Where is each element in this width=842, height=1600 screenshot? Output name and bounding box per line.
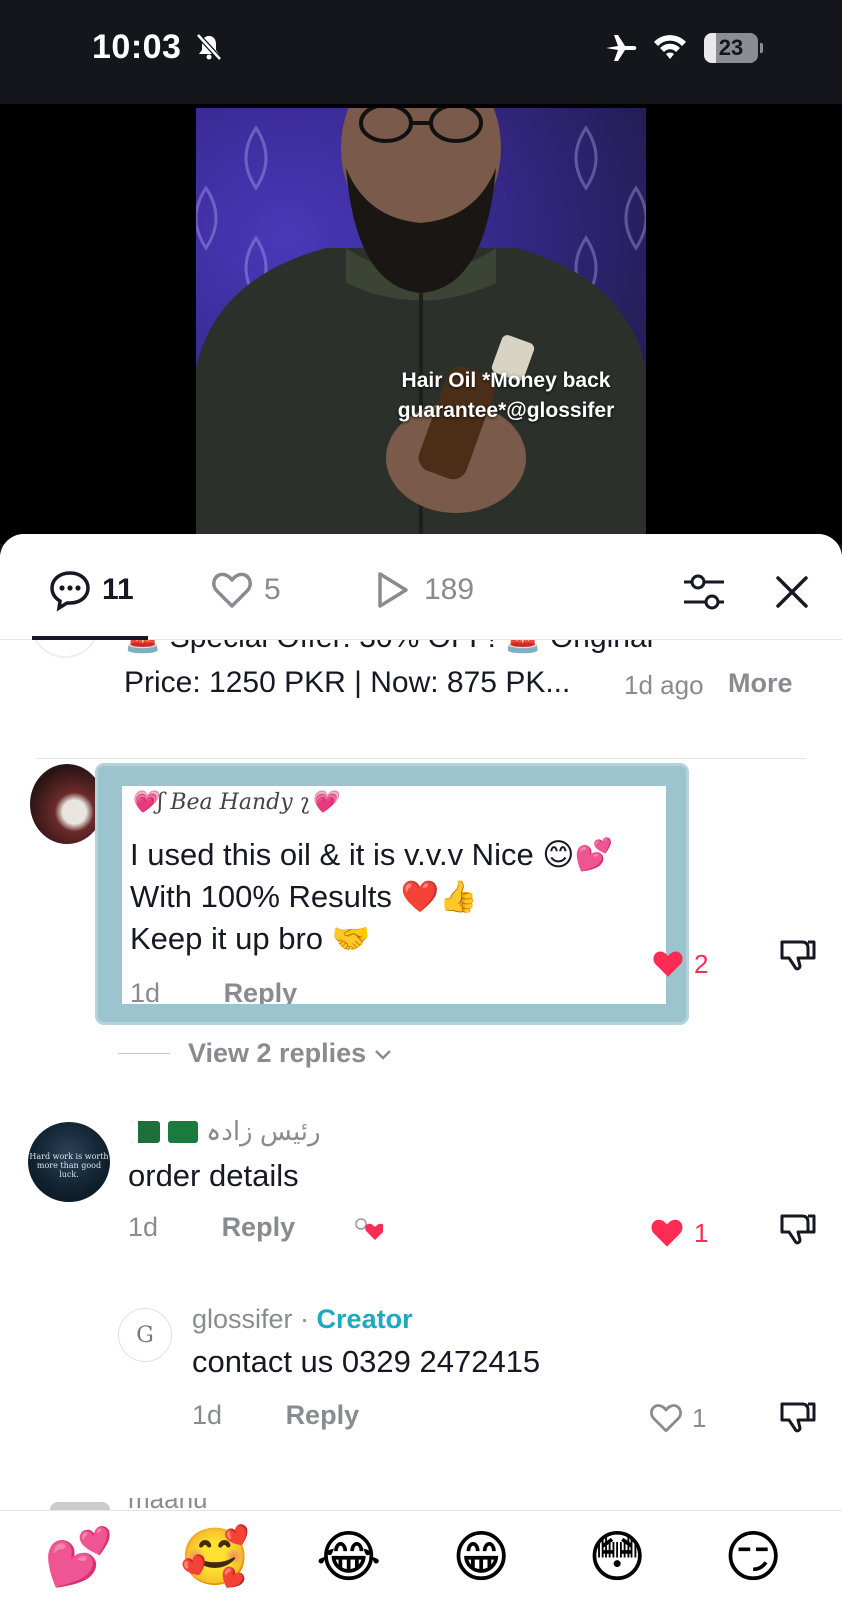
name-separator: · [292, 1304, 317, 1334]
username-text: maanu [128, 1498, 208, 1510]
airplane-icon [606, 35, 637, 61]
video-caption: Hair Oil *Money back guarantee*@glossife… [336, 366, 646, 426]
status-bar: 10:03 23 [0, 0, 842, 104]
comment-item: 💗ʃ Bea Handy ʅ💗 I used this oil & it is … [122, 786, 666, 1004]
dislike-icon[interactable] [776, 1208, 816, 1248]
tab-views[interactable]: 189 [370, 568, 474, 612]
comment-meta: 1d Reply [192, 1400, 359, 1431]
username-text: رئیس زادہ [206, 1116, 321, 1146]
heart-filled-icon [653, 951, 683, 977]
comment-username[interactable]: 💗ʃ Bea Handy ʅ💗 [130, 790, 338, 815]
likes-count: 5 [264, 573, 281, 606]
video-person [196, 108, 646, 544]
view-replies-button[interactable]: View 2 replies [118, 1038, 394, 1069]
comment-meta: 1d Reply [128, 1212, 383, 1243]
more-button[interactable]: More [728, 668, 793, 699]
comment-text: contact us 0329 2472415 [192, 1344, 541, 1379]
views-count: 189 [424, 573, 475, 606]
emoji-quick-bar: 💕 🥰 😂 😁 😳 😏 [0, 1510, 842, 1600]
comment-text: I used this oil & it is v.v.v Nice 😊💕 Wi… [130, 834, 666, 960]
battery-percent: 23 [718, 35, 744, 60]
caption-line-1: Hair Oil *Money back [401, 369, 611, 392]
play-outline-icon [378, 572, 408, 608]
comments-list[interactable]: 🚨 Special Offer: 30% OFF! 🚨 Original Pri… [0, 640, 842, 1510]
like-count: 1 [692, 1402, 707, 1433]
wifi-icon [654, 35, 686, 59]
comment-time: 1d [192, 1400, 223, 1430]
emoji-smiling-hearts[interactable]: 🥰 [180, 1523, 250, 1593]
comment-line: I used this oil & it is v.v.v Nice 😊💕 [130, 837, 614, 872]
like-button[interactable]: 2 [650, 948, 708, 980]
active-tab-indicator [32, 636, 148, 640]
avatar[interactable]: G [118, 1308, 172, 1362]
comment-text: Price: 1250 PKR | Now: 875 PK... [124, 666, 571, 699]
emoji-grinning[interactable]: 😁 [452, 1523, 510, 1593]
avatar[interactable]: Hard work is worth more than good luck. [28, 1122, 110, 1202]
comments-count: 11 [102, 573, 134, 606]
comment-item: 🚨 Special Offer: 30% OFF! 🚨 Original Pri… [0, 640, 842, 730]
like-count: 2 [694, 948, 709, 979]
chevron-down-icon [375, 1049, 392, 1060]
heart-outline-icon [212, 572, 252, 608]
like-count: 1 [694, 1217, 709, 1248]
comment-bubble-icon [50, 571, 90, 612]
comment-username: maanu [128, 1498, 228, 1510]
reply-button[interactable]: Reply [222, 1212, 296, 1242]
creator-liked-icon [354, 1218, 383, 1240]
sheet-tabs: 11 5 189 [0, 534, 842, 640]
reply-button[interactable]: Reply [286, 1400, 360, 1430]
avatar-letter: G [136, 1322, 154, 1348]
view-replies-label: View 2 replies [188, 1038, 367, 1068]
highlight-frame: 💗ʃ Bea Handy ʅ💗 I used this oil & it is … [98, 766, 686, 1022]
comment-time: 1d [128, 1212, 159, 1242]
like-button[interactable]: 1 [648, 1216, 708, 1250]
pakistan-flag-icon [130, 1120, 160, 1143]
comment-text: order details [128, 1158, 299, 1193]
like-button[interactable]: 1 [648, 1402, 706, 1434]
video-player[interactable]: Hair Oil *Money back guarantee*@glossife… [0, 104, 842, 544]
avatar[interactable] [30, 764, 104, 844]
creator-badge: Creator [316, 1304, 413, 1334]
video-frame[interactable]: Hair Oil *Money back guarantee*@glossife… [196, 108, 646, 544]
caption-line-2: guarantee*@glossifer [397, 399, 615, 422]
tab-likes[interactable]: 5 [210, 568, 281, 612]
comment-text: 🚨 Special Offer: 30% OFF! 🚨 Original [124, 640, 653, 655]
heart-filled-icon [651, 1219, 683, 1247]
comment-username[interactable]: رئیس زادہ [130, 1116, 321, 1147]
reply-button[interactable]: Reply [224, 978, 298, 1004]
username-text: glossifer [192, 1304, 293, 1334]
close-icon[interactable] [772, 572, 812, 612]
avatar[interactable] [50, 1502, 110, 1510]
comment-line: With 100% Results ❤️👍 [130, 879, 478, 914]
emoji-flushed[interactable]: 😳 [588, 1523, 646, 1593]
battery-indicator: 23 [704, 33, 763, 63]
comment-line: Keep it up bro 🤝 [130, 921, 371, 956]
status-time: 10:03 [92, 28, 182, 66]
comment-time: 1d ago [624, 670, 704, 700]
emoji-two-hearts[interactable]: 💕 [44, 1523, 114, 1593]
dislike-icon[interactable] [776, 1396, 816, 1436]
reply-username[interactable]: glossifer · Creator [192, 1304, 413, 1335]
filter-sliders-icon[interactable] [680, 570, 728, 614]
bell-muted-icon [196, 33, 222, 61]
divider [36, 758, 806, 759]
avatar[interactable] [30, 640, 100, 658]
tab-comments[interactable]: 11 [48, 568, 134, 612]
emoji-tears-of-joy[interactable]: 😂 [316, 1523, 381, 1593]
emoji-smirk[interactable]: 😏 [724, 1523, 782, 1593]
avatar-quote: Hard work is worth more than good luck. [29, 1152, 109, 1179]
comment-time: 1d [130, 978, 161, 1004]
dislike-icon[interactable] [776, 934, 816, 974]
heart-outline-icon [650, 1404, 682, 1433]
saudi-flag-icon [168, 1120, 198, 1143]
comment-meta: 1d Reply [130, 978, 297, 1004]
comments-sheet: 11 5 189 🚨 Special [0, 534, 842, 1600]
